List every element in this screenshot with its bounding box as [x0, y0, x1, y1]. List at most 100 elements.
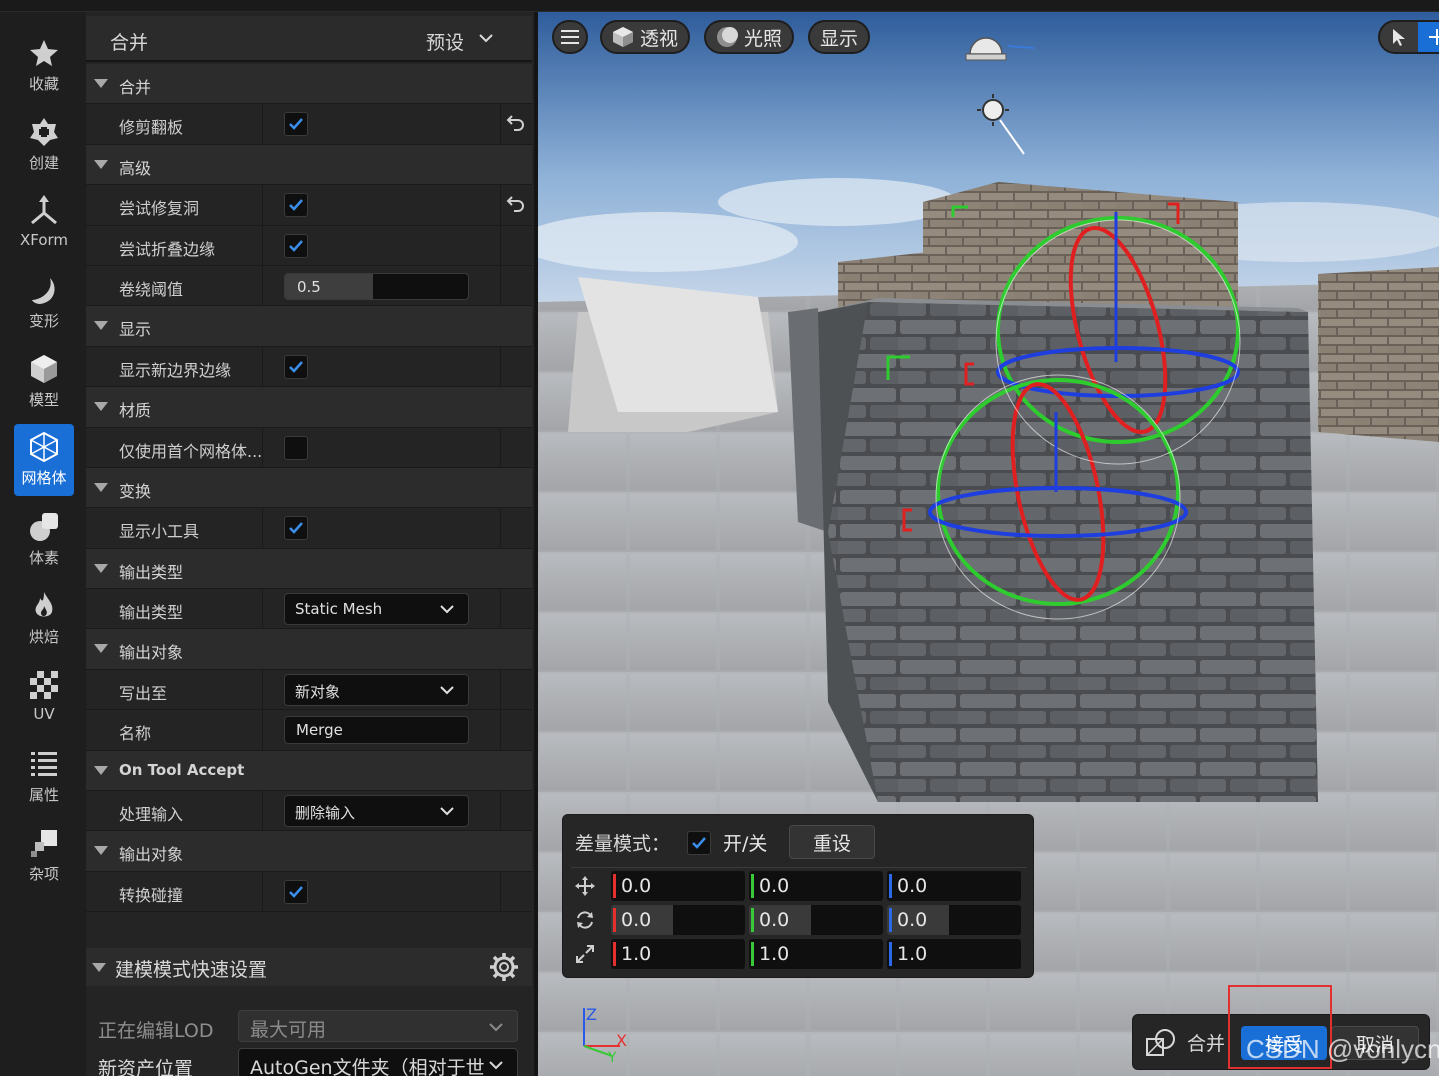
scale-y-field[interactable]: 1.0 — [749, 939, 883, 969]
perspective-button[interactable]: 透视 — [600, 20, 691, 54]
location-y-value: 0.0 — [759, 875, 790, 897]
panel-title: 合并 — [110, 32, 149, 54]
property-row: 尝试折叠边缘 — [86, 225, 532, 266]
mode-attributes[interactable]: 属性 — [14, 741, 74, 813]
mode-deform[interactable]: 变形 — [14, 267, 74, 339]
property-combo[interactable]: 新对象 — [284, 673, 469, 706]
category-header[interactable]: 显示 — [86, 306, 532, 347]
mode-model[interactable]: 模型 — [14, 346, 74, 418]
property-number-field[interactable]: 0.5 — [284, 272, 469, 300]
mode-bake[interactable]: 烘焙 — [14, 583, 74, 655]
mode-toolbar: 收藏 创建 XForm 变形 模型 网格体 体素 烘焙 UV 属性 杂项 — [0, 12, 86, 1076]
reset-to-default-button[interactable] — [506, 195, 526, 217]
property-checkbox[interactable] — [284, 435, 308, 460]
divider — [262, 669, 263, 710]
category-header[interactable]: 输出对象 — [86, 629, 532, 670]
mode-label: 烘焙 — [28, 628, 59, 646]
property-value: Static Mesh — [295, 600, 383, 619]
property-checkbox[interactable] — [284, 516, 308, 541]
location-y-field[interactable]: 0.0 — [749, 871, 883, 901]
reset-to-default-button[interactable] — [506, 114, 526, 136]
location-x-field[interactable]: 0.0 — [611, 871, 745, 901]
deform-icon — [27, 273, 61, 307]
scale-x-field[interactable]: 1.0 — [611, 939, 745, 969]
lighting-button[interactable]: 光照 — [704, 20, 795, 54]
category-header[interactable]: 材质 — [86, 387, 532, 428]
rotation-row: 0.0 0.0 0.0 — [563, 904, 1035, 936]
property-checkbox[interactable] — [284, 233, 308, 258]
category-header[interactable]: 合并 — [86, 64, 532, 105]
mode-favorites[interactable]: 收藏 — [14, 30, 74, 102]
mode-voxel[interactable]: 体素 — [14, 504, 74, 576]
rotation-x-field[interactable]: 0.0 — [611, 905, 745, 935]
divider — [500, 871, 501, 912]
collapse-arrow-icon — [94, 79, 108, 88]
category-header[interactable]: 输出对象 — [86, 831, 532, 872]
property-checkbox[interactable] — [284, 193, 308, 218]
rotation-y-field[interactable]: 0.0 — [749, 905, 883, 935]
property-combo[interactable]: Static Mesh — [284, 593, 469, 626]
delta-reset-button[interactable]: 重设 — [789, 825, 875, 859]
cube-icon — [612, 26, 634, 48]
property-value: 删除输入 — [295, 804, 356, 823]
delta-mode-checkbox[interactable] — [687, 831, 711, 855]
property-checkbox[interactable] — [284, 112, 308, 137]
mode-mesh[interactable]: 网格体 — [14, 424, 74, 496]
scale-z-value: 1.0 — [897, 943, 928, 965]
mode-label: 属性 — [28, 786, 59, 804]
level-viewport[interactable]: Z X Y 透视 光照 显示 差量模式： 开/关 重设 0.0 0.0 0.0 … — [538, 12, 1439, 1076]
axis-x-label: X — [616, 1031, 627, 1050]
mode-label: 收藏 — [28, 75, 59, 93]
property-checkbox[interactable] — [284, 879, 308, 904]
property-row: 仅使用首个网格体... — [86, 427, 532, 468]
location-z-field[interactable]: 0.0 — [887, 871, 1021, 901]
property-row: 卷绕阈值 0.5 — [86, 265, 532, 307]
checkmark-icon — [289, 118, 303, 131]
editing-lod-combo[interactable]: 最大可用 — [238, 1010, 518, 1042]
category-label: 变换 — [119, 481, 152, 501]
collapse-arrow-icon — [92, 963, 106, 972]
gear-icon[interactable] — [489, 952, 519, 982]
divider — [262, 185, 263, 225]
divider — [262, 508, 263, 548]
scale-z-field[interactable]: 1.0 — [887, 939, 1021, 969]
quick-settings-header[interactable]: 建模模式快速设置 — [86, 948, 532, 986]
rotation-x-value: 0.0 — [621, 909, 652, 931]
category-header[interactable]: On Tool Accept — [86, 750, 532, 792]
mode-label: 模型 — [28, 391, 59, 409]
preset-dropdown[interactable]: 预设 — [426, 28, 464, 55]
property-checkbox[interactable] — [284, 354, 308, 379]
divider — [262, 225, 263, 265]
mode-xform[interactable]: XForm — [14, 188, 74, 260]
cursor-arrow-icon — [1393, 29, 1405, 46]
scale-y-value: 1.0 — [759, 943, 790, 965]
property-label: 修剪翻板 — [119, 118, 184, 138]
property-row: 写出至 新对象 — [86, 669, 532, 711]
show-label: 显示 — [820, 27, 859, 50]
property-label: 转换碰撞 — [119, 885, 184, 905]
rotation-y-value: 0.0 — [759, 909, 790, 931]
asset-location-row: 新资产位置 AutoGen文件夹（相对于世 — [86, 1046, 532, 1076]
select-mode-button[interactable] — [1380, 22, 1418, 52]
collapse-arrow-icon — [94, 846, 108, 856]
show-button[interactable]: 显示 — [808, 20, 871, 54]
property-text-field[interactable]: Merge — [284, 716, 469, 745]
uv-icon — [27, 668, 61, 702]
property-combo[interactable]: 删除输入 — [284, 795, 469, 828]
mode-create[interactable]: 创建 — [14, 109, 74, 181]
mode-uv[interactable]: UV — [14, 662, 74, 734]
rotation-z-field[interactable]: 0.0 — [887, 905, 1021, 935]
category-header[interactable]: 输出类型 — [86, 548, 532, 590]
property-row: 名称 Merge — [86, 710, 532, 751]
asset-location-combo[interactable]: AutoGen文件夹（相对于世 — [238, 1048, 518, 1076]
reset-arrow-icon — [506, 196, 524, 213]
divider — [500, 346, 501, 387]
translate-mode-button[interactable] — [1418, 22, 1439, 52]
mode-misc[interactable]: 杂项 — [14, 820, 74, 892]
category-header[interactable]: 高级 — [86, 144, 532, 186]
category-header[interactable]: 变换 — [86, 467, 532, 509]
star-icon — [27, 36, 61, 70]
chevron-down-icon — [440, 807, 454, 816]
axis-y-label: Y — [607, 1050, 617, 1066]
viewport-menu-button[interactable] — [552, 20, 588, 54]
